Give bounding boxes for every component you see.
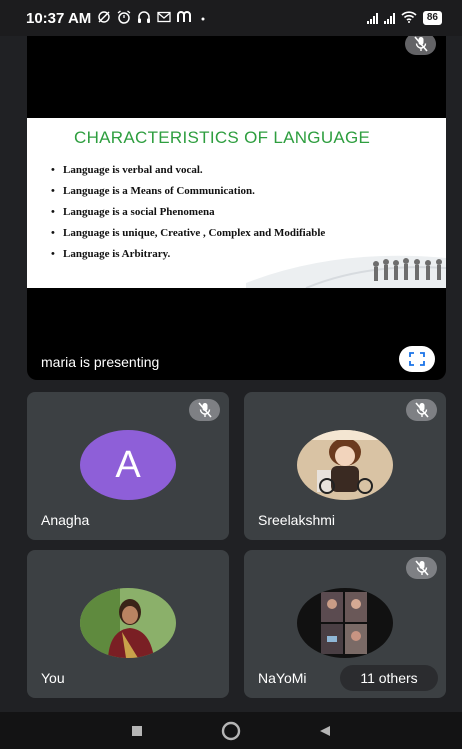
slide-title: CHARACTERISTICS OF LANGUAGE — [74, 128, 371, 147]
participant-name: You — [41, 670, 65, 686]
slide-bullet: • Language is a social Phenomena — [51, 206, 215, 218]
recents-square-icon[interactable] — [122, 716, 152, 746]
fullscreen-icon — [409, 352, 425, 366]
whatsapp-muted-icon — [97, 10, 111, 27]
signal-icon — [366, 12, 378, 24]
m-app-icon — [177, 10, 193, 26]
participant-tile-you[interactable]: You — [27, 550, 229, 698]
shared-slide: CHARACTERISTICS OF LANGUAGE • Language is… — [27, 118, 446, 288]
time-label: 10:37 AM — [26, 9, 92, 27]
home-circle-icon[interactable] — [216, 716, 246, 746]
headphones-icon — [137, 10, 151, 27]
navigation-bar — [0, 712, 462, 749]
fullscreen-button[interactable] — [399, 346, 435, 372]
participant-name: Anagha — [41, 512, 90, 528]
mic-off-icon — [406, 399, 437, 421]
presentation-tile[interactable]: CHARACTERISTICS OF LANGUAGE • Language is… — [27, 36, 446, 380]
status-bar: 10:37 AM 86 — [0, 0, 462, 36]
slide-bullet: • Language is a Means of Communication. — [51, 185, 255, 197]
battery-icon: 86 — [422, 11, 442, 25]
avatar-photo — [80, 588, 176, 658]
participant-name: NaYoMi — [258, 670, 307, 686]
participant-tile-sreelakshmi[interactable]: Sreelakshmi — [244, 392, 446, 540]
mic-off-icon — [406, 557, 437, 579]
slide-bullet: • Language is verbal and vocal. — [51, 164, 203, 176]
status-left: 10:37 AM — [26, 10, 207, 27]
back-triangle-icon[interactable] — [310, 716, 340, 746]
gmail-icon — [157, 10, 171, 26]
alarm-icon — [117, 9, 131, 27]
others-button[interactable]: 11 others — [340, 665, 438, 691]
dot-icon — [199, 10, 207, 26]
avatar: A — [80, 430, 176, 500]
mic-off-icon — [189, 399, 220, 421]
mic-off-icon — [405, 36, 436, 55]
participant-tile-anagha[interactable]: A Anagha — [27, 392, 229, 540]
signal-icon-2 — [383, 12, 395, 24]
wifi-icon — [401, 10, 417, 26]
status-right: 86 — [366, 10, 442, 26]
avatar-doll-photo — [297, 430, 393, 500]
presenting-label: maria is presenting — [41, 354, 160, 370]
avatar-collage-photo — [297, 588, 393, 658]
participant-name: Sreelakshmi — [258, 512, 336, 528]
slide-decoration-people-image — [246, 255, 446, 288]
